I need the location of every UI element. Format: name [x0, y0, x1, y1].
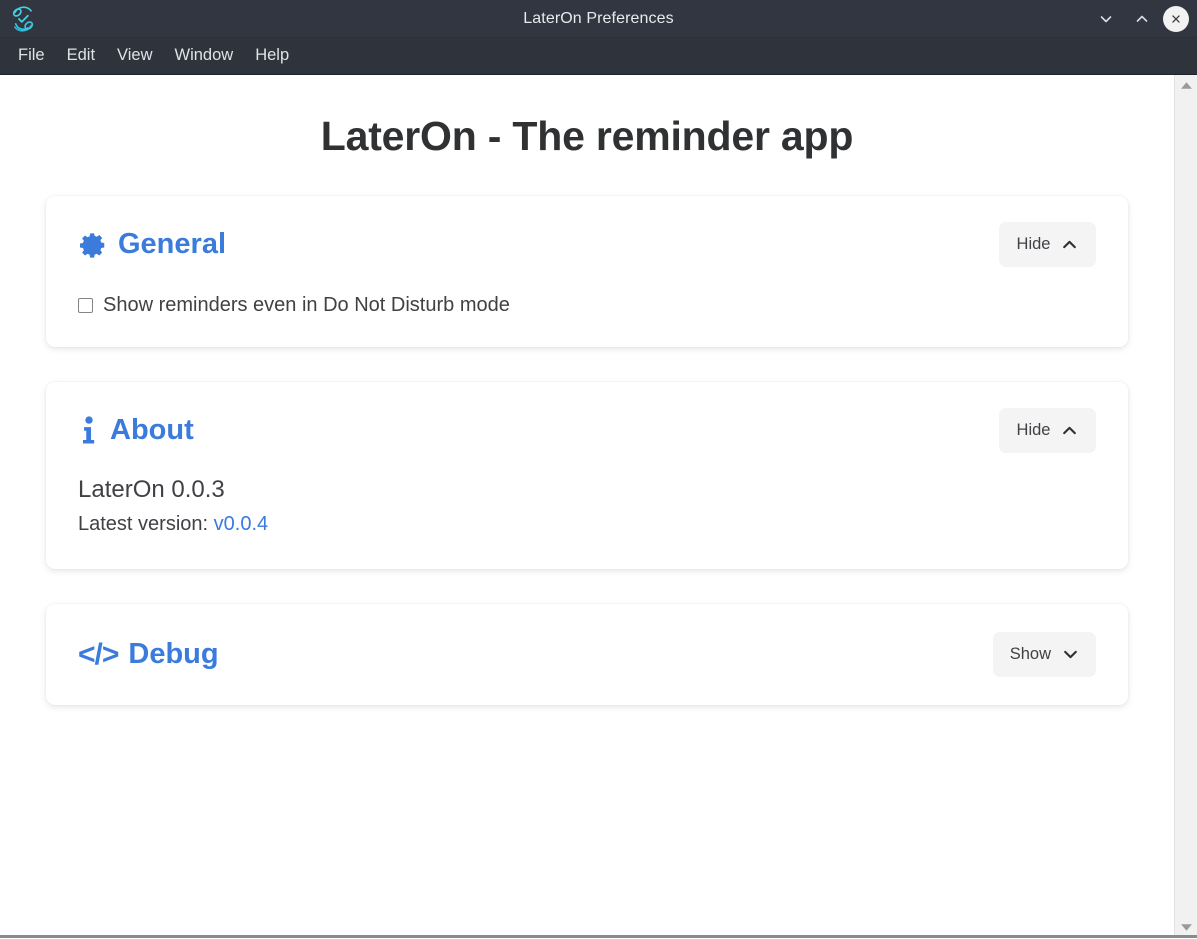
chevron-up-icon: [1061, 422, 1078, 439]
app-version-text: LaterOn 0.0.3: [78, 476, 225, 503]
gear-icon: [78, 230, 108, 260]
dnd-reminders-checkbox-row[interactable]: Show reminders even in Do Not Disturb mo…: [78, 271, 1096, 317]
minimize-button[interactable]: [1091, 4, 1121, 34]
window-title: LaterOn Preferences: [523, 9, 674, 27]
general-section-body: Show reminders even in Do Not Disturb mo…: [78, 271, 1096, 347]
latest-version-link[interactable]: v0.0.4: [214, 513, 268, 535]
general-hide-button[interactable]: Hide: [999, 222, 1096, 267]
general-section-card: General Hide Show reminders even in Do N…: [46, 196, 1128, 347]
general-hide-label: Hide: [1016, 235, 1051, 253]
latest-version-label: Latest version:: [78, 513, 209, 535]
close-button[interactable]: [1163, 6, 1189, 32]
chevron-up-icon: [1136, 15, 1148, 22]
dnd-reminders-checkbox[interactable]: [78, 297, 93, 313]
dnd-reminders-label: Show reminders even in Do Not Disturb mo…: [103, 294, 510, 316]
window-titlebar: LaterOn Preferences: [0, 0, 1197, 38]
about-section-label: About: [110, 414, 194, 446]
latest-version-row: Latest version: v0.0.4: [78, 511, 1096, 537]
general-section-title: General: [78, 230, 226, 260]
preferences-scroll-area: LaterOn - The reminder app General Hide …: [0, 75, 1174, 938]
scrollbar-track[interactable]: [1175, 92, 1197, 921]
debug-section-title: </> Debug: [78, 637, 219, 671]
about-section-title: About: [78, 416, 194, 446]
debug-section-header: </> Debug Show: [78, 604, 1096, 705]
close-icon: [1172, 15, 1180, 23]
about-hide-label: Hide: [1016, 421, 1051, 439]
menu-item-window[interactable]: Window: [165, 42, 244, 70]
menu-item-view[interactable]: View: [107, 42, 162, 70]
chevron-down-icon: [1100, 16, 1112, 23]
debug-section-label: Debug: [128, 638, 219, 670]
scroll-up-arrow-icon[interactable]: [1179, 79, 1194, 92]
code-icon: </>: [78, 637, 119, 671]
lateron-logo-icon: [10, 5, 36, 32]
content-area: LaterOn - The reminder app General Hide …: [0, 75, 1197, 938]
debug-section-card: </> Debug Show: [46, 604, 1128, 705]
about-section-card: About Hide LaterOn 0.0.3 Latest version:…: [46, 382, 1128, 569]
about-section-body: LaterOn 0.0.3 Latest version: v0.0.4: [78, 457, 1096, 569]
menu-item-help[interactable]: Help: [245, 42, 299, 70]
debug-show-button[interactable]: Show: [992, 632, 1096, 677]
menu-item-edit[interactable]: Edit: [57, 42, 105, 70]
window-controls: [1091, 0, 1189, 38]
menu-item-file[interactable]: File: [8, 42, 55, 70]
info-icon: [78, 415, 100, 446]
maximize-button[interactable]: [1127, 4, 1157, 34]
chevron-up-icon: [1061, 236, 1078, 253]
about-hide-button[interactable]: Hide: [999, 408, 1096, 453]
window-bottom-edge: [0, 935, 1197, 938]
general-section-label: General: [118, 228, 226, 260]
chevron-down-icon: [1062, 646, 1079, 663]
debug-show-label: Show: [1009, 645, 1051, 663]
menubar: File Edit View Window Help: [0, 38, 1197, 75]
vertical-scrollbar[interactable]: [1174, 75, 1197, 938]
general-section-header: General Hide: [78, 196, 1096, 271]
scroll-down-arrow-icon[interactable]: [1179, 921, 1194, 934]
about-section-header: About Hide: [78, 382, 1096, 457]
page-title: LaterOn - The reminder app: [320, 113, 854, 159]
